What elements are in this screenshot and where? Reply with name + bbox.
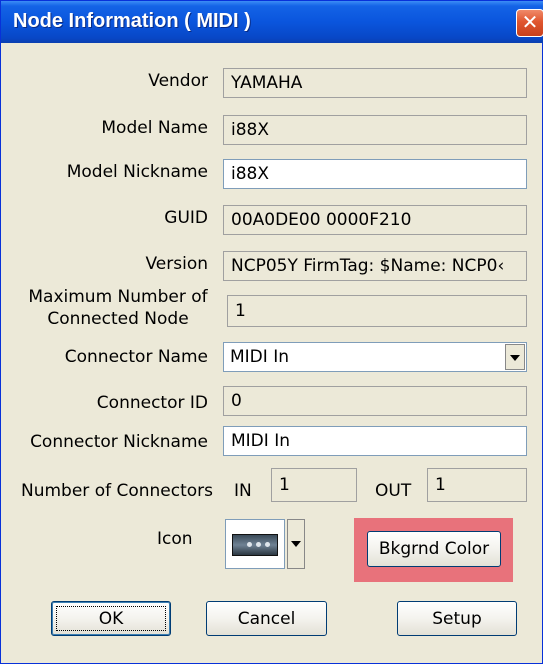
number-of-connectors-label: Number of Connectors: [21, 481, 214, 501]
model-name-field: i88X: [223, 115, 527, 145]
connector-name-value: MIDI In: [230, 347, 289, 367]
connector-name-dropdown-button[interactable]: [505, 344, 525, 370]
connector-id-field: 0: [223, 386, 527, 416]
chevron-down-icon: [510, 355, 520, 361]
connector-nickname-input[interactable]: [223, 426, 527, 456]
model-name-label: Model Name: [101, 118, 208, 138]
ok-button-label: OK: [98, 609, 124, 629]
connector-name-select[interactable]: MIDI In: [223, 342, 527, 372]
guid-label: GUID: [164, 208, 208, 228]
vendor-label: Vendor: [148, 71, 208, 91]
ok-button[interactable]: OK: [51, 601, 171, 636]
connector-nickname-label: Connector Nickname: [30, 432, 208, 452]
version-field: NCP05Y FirmTag: $Name: NCP0‹: [223, 251, 527, 281]
setup-button[interactable]: Setup: [397, 601, 517, 636]
max-connected-label-line1: Maximum Number of: [28, 287, 208, 307]
icon-dropdown-button[interactable]: [287, 519, 305, 569]
title-bar[interactable]: Node Information ( MIDI ) ✕: [1, 1, 543, 43]
model-nickname-label: Model Nickname: [66, 162, 208, 182]
connectors-in-field: 1: [271, 468, 357, 502]
connectors-in-label: IN: [234, 481, 252, 501]
vendor-field: YAMAHA: [223, 68, 527, 98]
node-information-dialog: Node Information ( MIDI ) ✕ Vendor YAMAH…: [0, 0, 543, 664]
connector-name-label: Connector Name: [64, 347, 208, 367]
icon-label: Icon: [157, 529, 193, 549]
connectors-out-label: OUT: [375, 481, 412, 501]
version-label: Version: [145, 254, 208, 274]
guid-field: 00A0DE00 0000F210: [223, 205, 527, 235]
connectors-out-field: 1: [427, 468, 527, 502]
cancel-button[interactable]: Cancel: [206, 601, 327, 636]
midi-device-icon: [232, 534, 278, 556]
connector-id-label: Connector ID: [96, 393, 208, 413]
icon-preview: [225, 519, 285, 569]
close-button[interactable]: ✕: [516, 9, 543, 37]
model-nickname-input[interactable]: [223, 159, 527, 189]
background-color-button[interactable]: Bkgrnd Color: [367, 531, 501, 567]
max-connected-field: 1: [227, 295, 527, 327]
chevron-down-icon: [291, 541, 301, 547]
icon-picker[interactable]: [225, 519, 305, 569]
max-connected-label-line2: Connected Node: [47, 309, 189, 329]
window-title: Node Information ( MIDI ): [13, 10, 251, 32]
